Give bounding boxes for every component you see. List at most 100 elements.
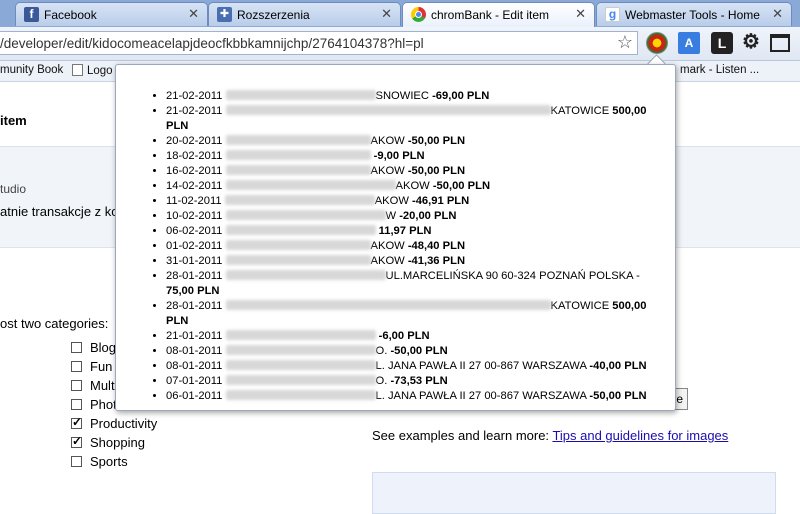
checkbox[interactable]	[71, 456, 82, 467]
tab-title: Rozszerzenia	[237, 8, 310, 22]
category-label: Shopping	[90, 435, 145, 450]
transaction-item: 08-01-2011 L. JANA PAWŁA II 27 00-867 WA…	[166, 359, 666, 374]
transaction-amount: -50,00 PLN	[407, 165, 466, 177]
checkbox[interactable]	[71, 361, 82, 372]
transaction-date: 08-01-2011	[166, 360, 223, 372]
transaction-amount: -50,00 PLN	[407, 135, 466, 147]
transaction-item: 06-01-2011 L. JANA PAWŁA II 27 00-867 WA…	[166, 389, 666, 404]
translate-extension-icon[interactable]: A	[678, 32, 700, 54]
tab-chrombank[interactable]: chromBank - Edit item ✕	[402, 2, 595, 28]
transaction-date: 28-01-2011	[166, 270, 223, 282]
redacted-text	[225, 330, 376, 340]
close-icon[interactable]: ✕	[188, 6, 199, 22]
bookmark-label: munity Book	[0, 64, 64, 76]
transaction-list: 21-02-2011 SNOWIEC -69,00 PLN21-02-2011 …	[116, 89, 666, 404]
redacted-text	[225, 90, 376, 100]
transaction-date: 01-02-2011	[166, 240, 223, 252]
redacted-text	[225, 360, 376, 370]
transaction-amount: 11,97 PLN	[378, 225, 432, 237]
transaction-date: 11-02-2011	[166, 195, 222, 207]
bookmark-listen[interactable]: mark - Listen ...	[680, 64, 759, 76]
transaction-item: 21-02-2011 KATOWICE 500,00 PLN	[166, 104, 666, 134]
transaction-item: 21-02-2011 SNOWIEC -69,00 PLN	[166, 89, 666, 104]
studio-label: tudio	[0, 182, 27, 196]
transaction-amount: 75,00 PLN	[166, 285, 220, 297]
checkbox[interactable]	[71, 342, 82, 353]
transaction-amount: -50,00 PLN	[589, 390, 647, 402]
examples-text: See examples and learn more:	[372, 428, 550, 443]
bookmark-star-icon[interactable]: ☆	[617, 32, 633, 53]
transaction-date: 21-02-2011	[166, 105, 223, 117]
checkbox[interactable]	[71, 434, 82, 448]
bookmark-label: Logo	[87, 65, 113, 77]
omnibox[interactable]: ☆	[0, 31, 638, 55]
info-box	[372, 472, 776, 514]
transaction-item: 08-01-2011 O. -50,00 PLN	[166, 344, 666, 359]
button-label: e	[676, 392, 683, 406]
bookmark-community-book[interactable]: munity Book	[0, 64, 63, 76]
close-icon[interactable]: ✕	[381, 6, 392, 22]
window-icon[interactable]	[770, 34, 790, 52]
transaction-date: 20-02-2011	[166, 135, 223, 147]
tab-title: Webmaster Tools - Home	[625, 8, 760, 22]
transaction-date: 14-02-2011	[166, 180, 223, 192]
transaction-location: AKOW	[370, 135, 405, 147]
checkbox[interactable]	[71, 415, 82, 429]
transaction-date: 21-02-2011	[166, 90, 223, 102]
transaction-amount: -50,00 PLN	[432, 180, 491, 192]
transaction-location: L. JANA PAWŁA II 27 00-867 WARSZAWA	[375, 360, 587, 372]
category-sports[interactable]: Sports	[71, 454, 128, 469]
category-shopping[interactable]: Shopping	[71, 434, 145, 450]
transaction-item: 11-02-2011 AKOW -46,91 PLN	[166, 194, 666, 209]
bookmark-label: mark - Listen ...	[680, 64, 760, 76]
category-label: Fun	[90, 359, 113, 374]
transaction-item: 07-01-2011 O. -73,53 PLN	[166, 374, 666, 389]
chrome-icon	[411, 7, 426, 22]
transaction-location: L. JANA PAWŁA II 27 00-867 WARSZAWA	[375, 390, 587, 402]
redacted-text	[225, 390, 376, 400]
chrombank-extension-icon[interactable]	[646, 32, 668, 54]
transaction-item: 28-01-2011 KATOWICE 500,00 PLN	[166, 299, 666, 329]
page-title: item	[0, 113, 27, 128]
transaction-amount: -40,00 PLN	[589, 360, 647, 372]
url-input[interactable]	[0, 34, 600, 52]
transaction-amount: -73,53 PLN	[390, 375, 448, 387]
transaction-date: 28-01-2011	[166, 300, 223, 312]
tips-guidelines-link[interactable]: Tips and guidelines for images	[552, 428, 728, 443]
category-multimedia[interactable]: Mult	[71, 378, 115, 393]
redacted-text	[225, 180, 396, 190]
transaction-item: 10-02-2011 W -20,00 PLN	[166, 209, 666, 224]
google-icon: g	[605, 7, 620, 22]
close-icon[interactable]: ✕	[772, 6, 783, 22]
redacted-text	[225, 345, 376, 355]
category-label: Blog	[90, 340, 117, 355]
category-blog[interactable]: Blog	[71, 340, 116, 355]
transaction-location: W	[385, 210, 397, 222]
category-fun[interactable]: Fun	[71, 359, 112, 374]
transaction-date: 07-01-2011	[166, 375, 223, 387]
l-extension-icon[interactable]: L	[711, 32, 733, 54]
close-icon[interactable]: ✕	[575, 6, 586, 22]
tab-webmaster-tools[interactable]: g Webmaster Tools - Home ✕	[596, 2, 792, 26]
bookmark-logo[interactable]: Logo	[72, 64, 113, 77]
page-icon	[72, 64, 83, 76]
transaction-location: AKOW	[370, 240, 405, 252]
transaction-item: 18-02-2011 -9,00 PLN	[166, 149, 666, 164]
transaction-location: O.	[375, 375, 388, 387]
transaction-location: SNOWIEC	[375, 90, 429, 102]
categories-label: ost two categories:	[0, 316, 109, 331]
transaction-amount: -41,36 PLN	[407, 255, 466, 267]
category-photos[interactable]: Phot	[71, 397, 117, 412]
transaction-amount: -20,00 PLN	[399, 210, 457, 222]
transaction-item: 16-02-2011 AKOW -50,00 PLN	[166, 164, 666, 179]
gear-icon[interactable]: ⚙	[740, 32, 762, 54]
category-label: Productivity	[90, 416, 158, 431]
tab-rozszerzenia[interactable]: ✚ Rozszerzenia ✕	[208, 2, 401, 26]
checkbox[interactable]	[71, 380, 82, 391]
transaction-location: AKOW	[374, 195, 409, 207]
category-productivity[interactable]: Productivity	[71, 415, 158, 431]
description-text: atnie transakcje z ko	[0, 204, 119, 219]
checkbox[interactable]	[71, 399, 82, 410]
transaction-date: 10-02-2011	[166, 210, 223, 222]
tab-facebook[interactable]: f Facebook ✕	[15, 2, 208, 26]
